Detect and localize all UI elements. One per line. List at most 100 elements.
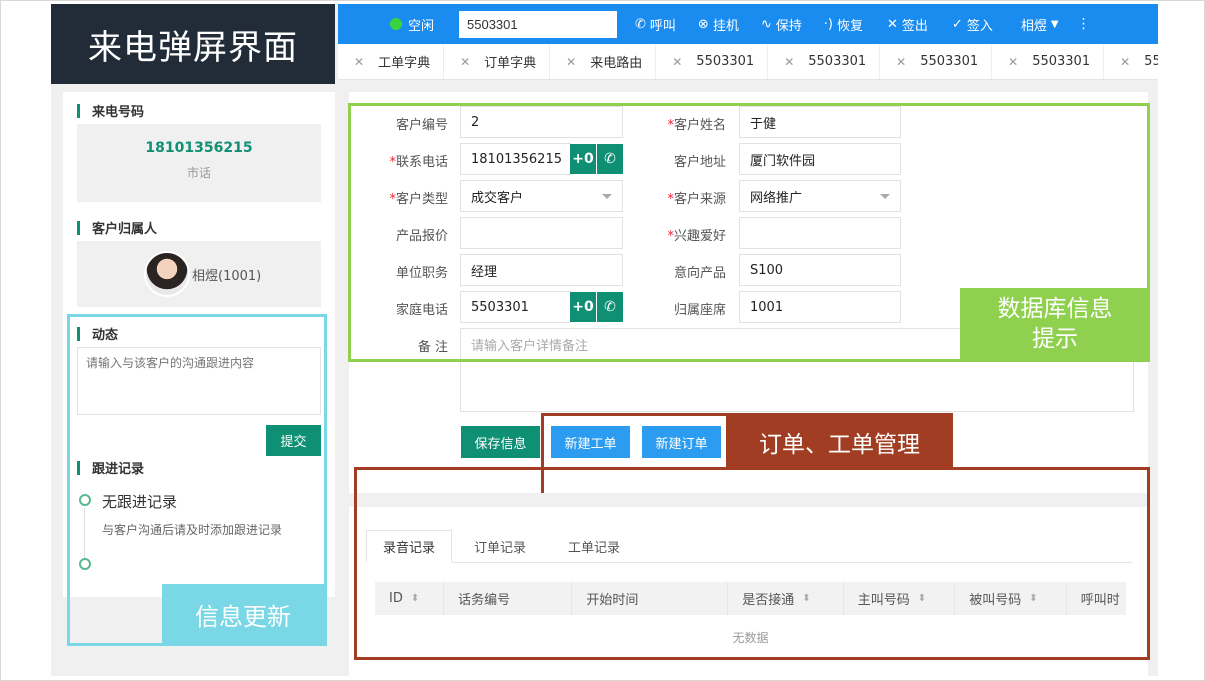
owner-name: 相煜(1001) — [192, 268, 262, 284]
dial-number-input[interactable] — [459, 10, 617, 38]
tab-item[interactable]: ✕ 5503301 — [992, 44, 1105, 79]
call-button[interactable]: ✆ 呼叫 — [635, 15, 676, 34]
timeline-dot-icon — [79, 558, 91, 570]
address-label: 客户地址 — [673, 155, 726, 170]
user-menu[interactable]: 相煜 ▼ — [1021, 15, 1059, 34]
tab-orders[interactable]: 订单记录 — [458, 530, 542, 563]
tab-recordings[interactable]: 录音记录 — [366, 530, 453, 563]
tab-item[interactable]: ✕ 5503301 — [1104, 44, 1158, 79]
tab-item[interactable]: ✕ 订单字典 — [444, 44, 551, 79]
resume-button[interactable]: ·) 恢复 — [824, 15, 863, 34]
tab-item[interactable]: ✕ 工单字典 — [338, 44, 445, 79]
customer-no-label: 客户编号 — [395, 118, 448, 133]
submit-button[interactable]: 提交 — [266, 425, 321, 456]
save-button[interactable]: 保存信息 — [461, 426, 540, 458]
job-field[interactable]: 经理 — [460, 254, 623, 286]
more-icon[interactable]: ⋮ — [1077, 16, 1091, 32]
tab-label: 5503301 — [808, 54, 867, 69]
followup-title-text: 跟进记录 — [92, 462, 145, 477]
user-name: 相煜 — [1020, 18, 1047, 34]
followup-timeline: 无跟进记录 与客户沟通后请及时添加跟进记录 — [79, 493, 282, 570]
records-tabs: 录音记录 订单记录 工单记录 — [366, 530, 1132, 563]
address-field[interactable]: 厦门软件园 — [739, 143, 901, 175]
col-caller[interactable]: 主叫号码 ⬍ — [844, 582, 956, 615]
source-value: 网络推广 — [750, 190, 803, 206]
tab-item[interactable]: ✕ 5503301 — [880, 44, 993, 79]
remark-label: 备 注 — [417, 340, 448, 355]
tab-label: 工单字典 — [378, 56, 431, 71]
owner-title-text: 客户归属人 — [92, 222, 158, 237]
plus-zero-button[interactable]: +0 — [570, 144, 596, 174]
close-icon[interactable]: ✕ — [672, 55, 682, 69]
signout-button[interactable]: ✕ 签出 — [887, 15, 928, 34]
type-label: *客户类型 — [389, 192, 448, 207]
tab-item[interactable]: ✕ 5503301 — [656, 44, 769, 79]
hobby-field[interactable] — [739, 217, 901, 249]
tab-label: 5503301 — [1032, 54, 1091, 69]
records-table-header: ID ⬍ 话务编号 开始时间 是否接通 ⬍ 主叫号码 ⬍ 被叫号码 ⬍ 呼叫时 — [375, 582, 1126, 615]
close-icon[interactable]: ✕ — [1120, 55, 1130, 69]
callout-info-update: 信息更新 — [162, 584, 324, 645]
tab-tickets[interactable]: 工单记录 — [552, 530, 636, 563]
quote-label: 产品报价 — [395, 229, 448, 244]
callout-db-info: 数据库信息 提示 — [960, 288, 1150, 362]
dynamic-title-text: 动态 — [92, 328, 119, 343]
close-icon[interactable]: ✕ — [896, 55, 906, 69]
source-select[interactable]: 网络推广 — [739, 180, 901, 212]
plus-zero-button[interactable]: +0 — [570, 292, 596, 322]
customer-name-field[interactable]: 于健 — [739, 106, 901, 138]
empty-followup-title: 无跟进记录 — [102, 493, 178, 511]
timeline-dot-icon — [79, 494, 91, 506]
close-icon[interactable]: ✕ — [1008, 55, 1018, 69]
hold-button[interactable]: ∿ 保持 — [761, 15, 802, 34]
sort-icon: ⬍ — [1029, 593, 1038, 604]
caller-section-title: 来电号码 — [77, 101, 144, 120]
seat-label: 归属座席 — [673, 303, 726, 318]
caller-box: 18101356215 市话 — [77, 124, 321, 202]
customer-name-label: *客户姓名 — [667, 118, 726, 133]
tab-item[interactable]: ✕ 5503301 — [768, 44, 881, 79]
hold-label: 保持 — [775, 18, 802, 34]
seat-field[interactable]: 1001 — [739, 291, 901, 323]
owner-box: 相煜(1001) — [77, 241, 321, 307]
phone-icon: ✆ — [635, 16, 646, 32]
customer-no-field[interactable]: 2 — [460, 106, 623, 138]
chevron-down-icon — [602, 194, 612, 199]
chevron-down-icon — [880, 194, 890, 199]
col-id[interactable]: ID ⬍ — [375, 582, 445, 615]
close-icon[interactable]: ✕ — [460, 55, 470, 69]
status-dot-icon — [390, 18, 402, 30]
phone-field[interactable]: 18101356215 — [460, 143, 571, 175]
agent-status[interactable]: 空闲 — [390, 15, 458, 34]
close-icon[interactable]: ✕ — [354, 55, 364, 69]
pulse-icon: ∿ — [760, 16, 772, 32]
job-label: 单位职务 — [395, 266, 448, 281]
caller-title-text: 来电号码 — [92, 105, 145, 120]
tab-item[interactable]: ✕ 来电路由 — [550, 44, 657, 79]
type-select[interactable]: 成交客户 — [460, 180, 623, 212]
caller-type: 市话 — [186, 166, 211, 180]
close-icon[interactable]: ✕ — [784, 55, 794, 69]
hobby-label: *兴趣爱好 — [667, 229, 726, 244]
hangup-button[interactable]: ⊗ 挂机 — [698, 15, 739, 34]
col-connected[interactable]: 是否接通 ⬍ — [728, 582, 844, 615]
followup-textarea[interactable] — [77, 347, 321, 415]
tab-label: 5503301 — [920, 54, 979, 69]
close-icon[interactable]: ✕ — [566, 55, 576, 69]
caller-number: 18101356215 — [145, 140, 253, 156]
source-label: *客户来源 — [667, 192, 726, 207]
signin-button[interactable]: ✓ 签入 — [952, 15, 993, 34]
callout-brown-bracket — [541, 413, 727, 493]
dial-phone-icon[interactable]: ✆ — [597, 292, 623, 322]
quote-field[interactable] — [460, 217, 623, 249]
empty-state: 无数据 — [732, 630, 769, 645]
followup-section-title: 跟进记录 — [77, 458, 144, 477]
callout-title: 来电弹屏界面 — [51, 4, 335, 84]
dial-phone-icon[interactable]: ✆ — [597, 144, 623, 174]
status-label: 空闲 — [408, 18, 435, 34]
dynamic-section-title: 动态 — [77, 324, 118, 343]
home-phone-field[interactable]: 5503301 — [460, 291, 571, 323]
product-field[interactable]: S100 — [739, 254, 901, 286]
timeline-line — [84, 508, 85, 560]
col-callee[interactable]: 被叫号码 ⬍ — [955, 582, 1067, 615]
